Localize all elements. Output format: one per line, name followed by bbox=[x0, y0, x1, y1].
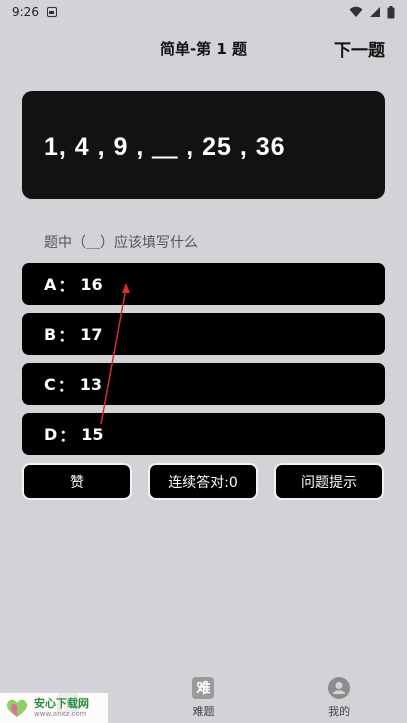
next-question-button[interactable]: 下一题 bbox=[334, 36, 385, 61]
battery-icon bbox=[387, 5, 395, 18]
notification-icon bbox=[46, 7, 57, 17]
option-value: 13 bbox=[79, 374, 103, 394]
option-d[interactable]: D ： 15 bbox=[22, 413, 385, 455]
option-c[interactable]: C ： 13 bbox=[22, 363, 385, 405]
number-sequence: 1, 4 , 9 , ＿ , 25 , 36 bbox=[44, 133, 286, 161]
option-letter: A bbox=[44, 274, 57, 294]
status-icons bbox=[349, 5, 395, 19]
option-value: 15 bbox=[81, 424, 104, 444]
like-button[interactable]: 赞 bbox=[22, 463, 132, 500]
option-colon: ： bbox=[58, 326, 75, 345]
watermark-url: www.anxz.com bbox=[34, 710, 87, 718]
question-prompt: 题中（＿）应该填写什么 bbox=[44, 235, 198, 251]
tab-label: 难题 bbox=[192, 705, 215, 718]
watermark-logo-icon bbox=[6, 699, 28, 717]
option-letter: D bbox=[44, 424, 58, 444]
option-letter: C bbox=[44, 374, 56, 394]
option-value: 16 bbox=[80, 274, 103, 294]
header: 简单-第 1 题 下一题 bbox=[0, 30, 407, 66]
option-colon: ： bbox=[59, 426, 76, 445]
tab-mine[interactable]: 我的 bbox=[299, 677, 379, 719]
watermark-name: 安心下载网 bbox=[34, 697, 89, 710]
user-silhouette-icon bbox=[329, 678, 350, 698]
signal-icon bbox=[370, 7, 380, 17]
status-bar: 9:26 bbox=[0, 0, 407, 24]
option-colon: ： bbox=[58, 276, 75, 295]
watermark: 安心下载网 www.anxz.com bbox=[0, 693, 108, 723]
action-bar: 赞 连续答对:0 问题提示 bbox=[22, 463, 385, 500]
option-colon: ： bbox=[57, 376, 74, 395]
option-b[interactable]: B ： 17 bbox=[22, 313, 385, 355]
option-a[interactable]: A ： 16 bbox=[22, 263, 385, 305]
wifi-icon bbox=[349, 6, 363, 17]
hint-button[interactable]: 问题提示 bbox=[274, 463, 384, 500]
tab-label: 我的 bbox=[328, 705, 351, 718]
status-time: 9:26 bbox=[12, 5, 39, 19]
option-value: 17 bbox=[80, 324, 103, 344]
streak-button[interactable]: 连续答对:0 bbox=[148, 463, 258, 500]
question-card: 1, 4 , 9 , ＿ , 25 , 36 bbox=[22, 91, 385, 199]
tab-hard[interactable]: 难 难题 bbox=[163, 677, 243, 719]
user-icon bbox=[328, 677, 351, 699]
hard-icon: 难 bbox=[192, 677, 215, 699]
option-letter: B bbox=[44, 324, 57, 344]
page-title: 简单-第 1 题 bbox=[159, 39, 248, 58]
